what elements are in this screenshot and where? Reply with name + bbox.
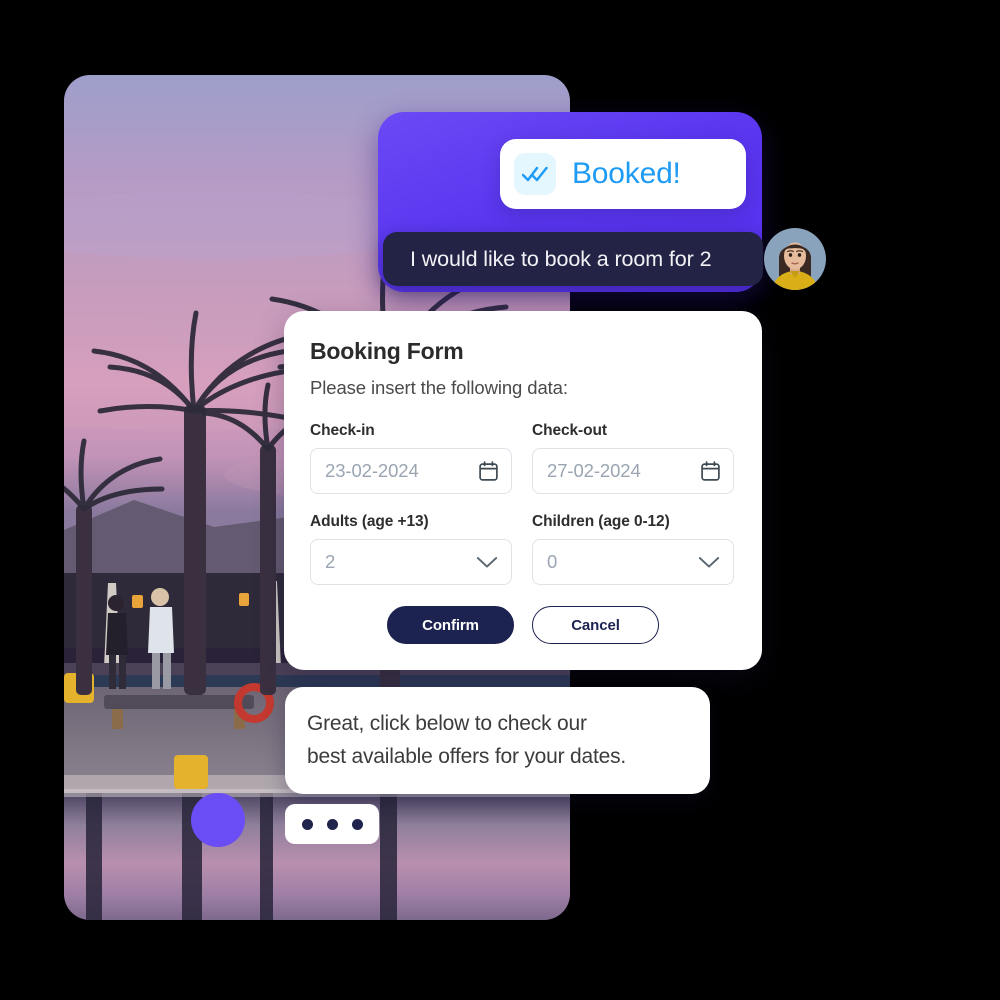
form-actions: Confirm Cancel xyxy=(310,606,736,644)
check-out-input[interactable]: 27-02-2024 xyxy=(532,448,734,494)
check-out-value: 27-02-2024 xyxy=(547,460,641,481)
field-label-adults: Adults (age +13) xyxy=(310,513,429,530)
chevron-down-icon-glyph xyxy=(698,556,720,568)
user-message-text: I would like to book a room for 2 xyxy=(410,246,712,271)
user-avatar-art xyxy=(764,228,826,290)
adults-select[interactable]: 2 xyxy=(310,539,512,585)
children-select[interactable]: 0 xyxy=(532,539,734,585)
calendar-icon[interactable] xyxy=(701,461,720,481)
bot-message-line-2: best available offers for your dates. xyxy=(307,744,627,768)
bot-avatar xyxy=(191,793,245,847)
check-in-input[interactable]: 23-02-2024 xyxy=(310,448,512,494)
calendar-icon-glyph xyxy=(479,461,498,481)
adults-value: 2 xyxy=(325,551,336,572)
field-check-out: Check-out 27-02-2024 xyxy=(532,422,734,513)
field-check-in: Check-in 23-02-2024 xyxy=(310,422,512,513)
booked-label: Booked! xyxy=(572,157,681,190)
calendar-icon[interactable] xyxy=(479,461,498,481)
children-value: 0 xyxy=(547,551,558,572)
chevron-down-icon[interactable] xyxy=(698,556,720,569)
field-label-check-in: Check-in xyxy=(310,422,375,439)
page-title: Booking Form xyxy=(310,338,464,364)
calendar-icon-glyph xyxy=(701,461,720,481)
double-check-icon-glyph xyxy=(522,166,548,182)
field-label-check-out: Check-out xyxy=(532,422,607,439)
chat-booking-scene: Booked! I would like to book a room for … xyxy=(0,0,1000,1000)
confirm-button[interactable]: Confirm xyxy=(387,606,514,644)
double-check-icon xyxy=(514,153,556,195)
chevron-down-icon-glyph xyxy=(476,556,498,568)
booking-form-card: Booking Form Please insert the following… xyxy=(284,311,762,670)
booked-card: Booked! xyxy=(500,139,746,209)
typing-dot xyxy=(351,818,363,830)
typing-dot xyxy=(301,818,313,830)
field-children: Children (age 0-12) 0 xyxy=(532,513,734,604)
field-adults: Adults (age +13) 2 xyxy=(310,513,512,604)
bot-message-bubble: Great, click below to check our best ava… xyxy=(285,687,710,794)
check-in-value: 23-02-2024 xyxy=(325,460,419,481)
chevron-down-icon[interactable] xyxy=(476,556,498,569)
form-fields: Check-in 23-02-2024 Check-out 27-02-2024… xyxy=(310,422,736,604)
user-message-bubble: I would like to book a room for 2 xyxy=(383,232,763,286)
typing-indicator xyxy=(285,804,379,844)
form-subtitle: Please insert the following data: xyxy=(310,377,568,398)
typing-dot xyxy=(326,818,338,830)
user-avatar[interactable] xyxy=(764,228,826,290)
field-label-children: Children (age 0-12) xyxy=(532,513,670,530)
bot-message-line-1: Great, click below to check our xyxy=(307,712,587,735)
cancel-button[interactable]: Cancel xyxy=(532,606,659,644)
